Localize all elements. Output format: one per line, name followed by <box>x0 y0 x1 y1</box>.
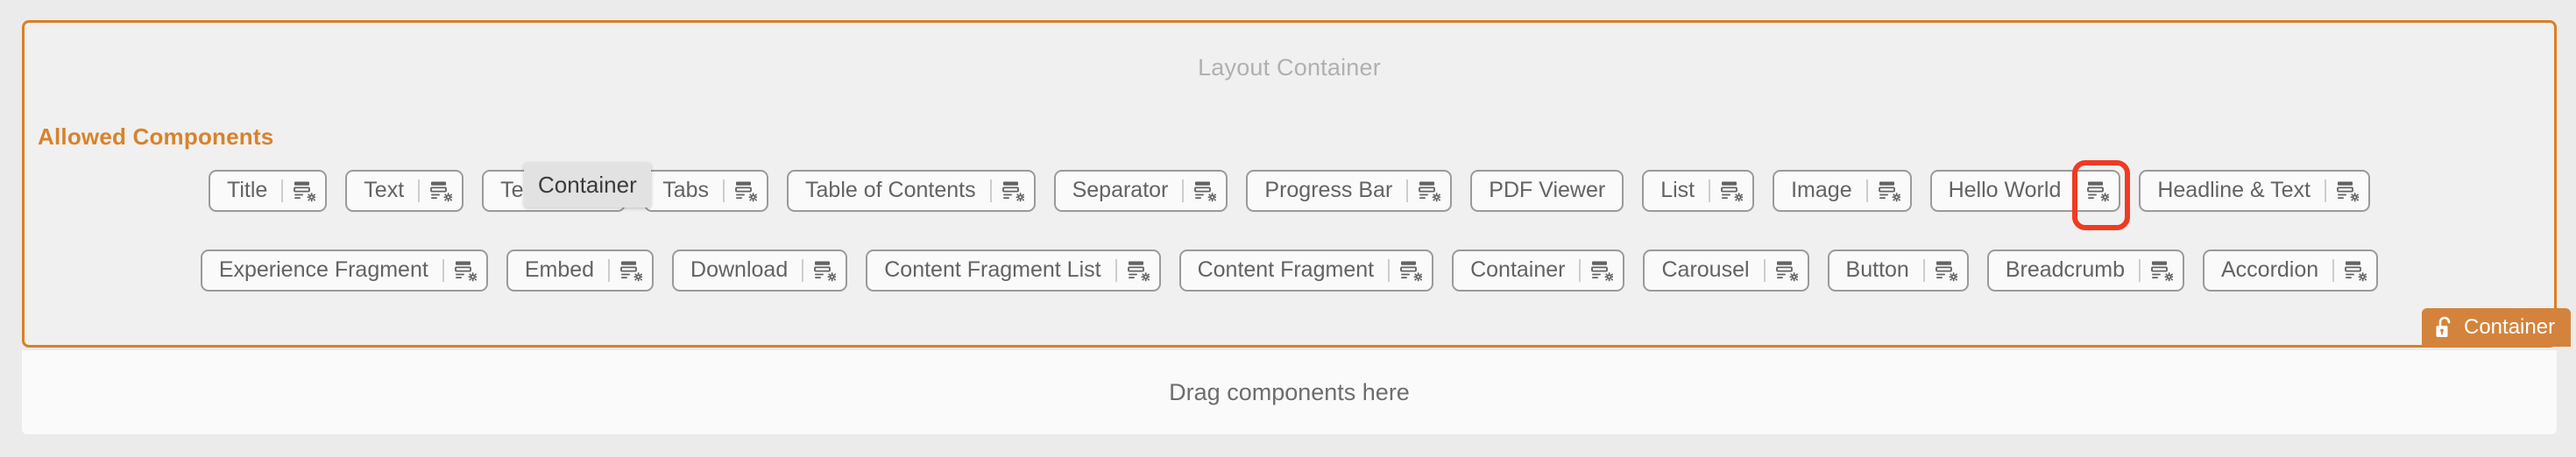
drop-zone-placeholder: Drag components here <box>1169 378 1410 405</box>
component-chip[interactable]: Separator <box>1053 170 1228 212</box>
component-chip[interactable]: Headline & Text <box>2139 170 2370 212</box>
component-chip[interactable]: Download <box>672 250 848 292</box>
unlock-icon <box>2435 316 2454 339</box>
component-chip[interactable]: Container <box>1452 250 1625 292</box>
component-chip[interactable]: Image <box>1773 170 1912 212</box>
policy-gear-icon[interactable] <box>420 171 462 211</box>
allowed-components-heading: Allowed Components <box>38 123 274 150</box>
policy-gear-icon[interactable] <box>2326 171 2368 211</box>
layout-container[interactable]: Layout Container Allowed Components Titl… <box>22 20 2557 348</box>
component-chip-label: Container <box>1470 257 1566 282</box>
policy-gear-icon[interactable] <box>2141 250 2183 291</box>
allowed-components-rows: Title Text Teaser <box>25 160 2554 325</box>
drop-zone[interactable]: Drag components here <box>22 350 2557 434</box>
component-chip[interactable]: Content Fragment <box>1178 250 1434 292</box>
component-chip[interactable]: Carousel <box>1643 250 1809 292</box>
component-chip-label: Experience Fragment <box>218 257 428 282</box>
component-chip-row: Experience Fragment Embed Download Conte… <box>95 245 2484 296</box>
component-chip-label: Accordion <box>2221 257 2319 282</box>
policy-gear-icon[interactable] <box>1390 250 1432 291</box>
component-chip[interactable]: Breadcrumb <box>1986 250 2184 292</box>
component-chip-label: Breadcrumb <box>2005 257 2125 282</box>
policy-gear-icon[interactable] <box>803 250 846 291</box>
component-chip-label: Separator <box>1072 177 1169 202</box>
component-chip[interactable]: Text <box>345 170 464 212</box>
component-chip-label: Title <box>226 177 268 202</box>
component-chip-label: Carousel <box>1661 257 1750 282</box>
tooltip-label: Container <box>538 172 637 198</box>
layout-container-title: Layout Container <box>1198 54 1381 81</box>
component-chip[interactable]: Content Fragment List <box>866 250 1161 292</box>
component-chip-label: Button <box>1845 257 1909 282</box>
component-tooltip: Container <box>524 163 651 207</box>
container-status-badge[interactable]: Container <box>2422 308 2572 347</box>
policy-gear-icon[interactable] <box>1868 171 1910 211</box>
component-chip[interactable]: Hello World <box>1929 160 2131 230</box>
policy-gear-icon[interactable] <box>1581 250 1623 291</box>
component-chip[interactable]: Progress Bar <box>1246 170 1453 212</box>
policy-gear-icon[interactable] <box>444 250 486 291</box>
component-chip[interactable]: Accordion <box>2203 250 2379 292</box>
policy-gear-icon[interactable] <box>992 171 1034 211</box>
component-chip[interactable]: Title <box>208 170 328 212</box>
component-chip[interactable]: Experience Fragment <box>200 250 488 292</box>
component-chip-label: Content Fragment List <box>884 257 1101 282</box>
component-chip-row: Title Text Teaser <box>95 160 2484 230</box>
policy-gear-icon[interactable] <box>2072 160 2131 230</box>
component-chip-label: Hello World <box>1948 177 2062 202</box>
component-chip-label: Tabs <box>662 177 710 202</box>
component-chip[interactable]: Button <box>1827 250 1969 292</box>
policy-gear-icon[interactable] <box>283 171 325 211</box>
policy-gear-icon[interactable] <box>1184 171 1226 211</box>
policy-gear-icon[interactable] <box>2334 250 2376 291</box>
policy-gear-icon[interactable] <box>1710 171 1752 211</box>
component-chip-label: List <box>1660 177 1695 202</box>
component-chip-label: Download <box>690 257 789 282</box>
component-chip[interactable]: PDF Viewer <box>1470 170 1624 212</box>
editor-canvas: Layout Container Allowed Components Titl… <box>0 0 2576 457</box>
component-chip-label: Content Fragment <box>1197 257 1375 282</box>
policy-gear-icon[interactable] <box>1117 250 1159 291</box>
component-chip-label: Table of Contents <box>805 177 976 202</box>
policy-gear-icon[interactable] <box>725 171 767 211</box>
policy-gear-icon[interactable] <box>1408 171 1450 211</box>
component-chip[interactable]: Table of Contents <box>787 170 1036 212</box>
component-chip-label: PDF Viewer <box>1489 177 1606 202</box>
policy-gear-icon[interactable] <box>1766 250 1808 291</box>
component-chip-label: Embed <box>524 257 595 282</box>
component-chip-label: Headline & Text <box>2157 177 2311 202</box>
component-chip[interactable]: Tabs <box>644 170 769 212</box>
container-badge-label: Container <box>2464 315 2556 339</box>
policy-gear-icon[interactable] <box>1925 250 1967 291</box>
component-chip-label: Progress Bar <box>1264 177 1393 202</box>
component-chip-label: Text <box>364 177 405 202</box>
component-chip[interactable]: List <box>1642 170 1755 212</box>
policy-gear-icon[interactable] <box>610 250 652 291</box>
component-chip[interactable]: Embed <box>506 250 655 292</box>
component-chip-label: Image <box>1791 177 1852 202</box>
